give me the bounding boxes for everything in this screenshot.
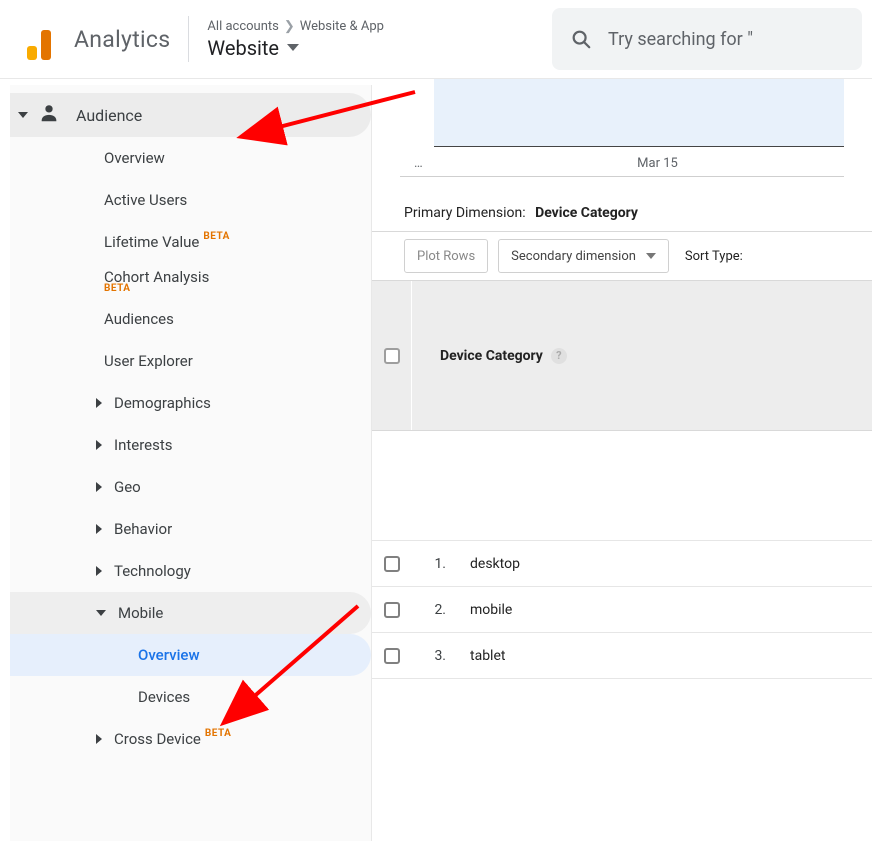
sidebar-item-demographics[interactable]: Demographics <box>10 382 371 424</box>
divider <box>188 16 189 62</box>
plot-rows-button[interactable]: Plot Rows <box>404 239 488 273</box>
table-header: Device Category ? <box>372 281 872 431</box>
chart-tick-mar15: Mar 15 <box>637 156 678 171</box>
sidebar-item-label: Cross Device <box>114 730 201 748</box>
row-value[interactable]: desktop <box>452 556 872 572</box>
chart-baseline <box>400 176 844 177</box>
sidebar-item-interests[interactable]: Interests <box>10 424 371 466</box>
sidebar-item-technology[interactable]: Technology <box>10 550 371 592</box>
caret-right-icon <box>96 482 102 492</box>
primary-dimension-line: Primary Dimension: Device Category <box>404 205 872 221</box>
property-name: Website <box>207 36 279 60</box>
sort-type-label: Sort Type: <box>685 249 743 264</box>
caret-down-icon <box>287 44 299 51</box>
table-row[interactable]: 2. mobile <box>372 587 872 633</box>
table-gap <box>372 431 872 541</box>
sidebar-item-cross-device[interactable]: Cross Device BETA <box>10 718 371 760</box>
primary-dimension-label: Primary Dimension: <box>404 205 526 221</box>
button-label: Plot Rows <box>417 249 475 264</box>
sidebar-item-geo[interactable]: Geo <box>10 466 371 508</box>
button-label: Secondary dimension <box>511 249 636 264</box>
caret-down-icon <box>646 253 656 259</box>
sidebar-item-label: Geo <box>114 478 141 496</box>
breadcrumb-level2: Website & App <box>300 19 384 34</box>
row-index: 1. <box>412 556 452 572</box>
sidebar-item-label: User Explorer <box>104 352 193 370</box>
row-value[interactable]: mobile <box>452 602 872 618</box>
beta-badge: BETA <box>203 231 230 242</box>
sidebar-item-user-explorer[interactable]: User Explorer <box>10 340 371 382</box>
search-placeholder: Try searching for " <box>608 29 753 50</box>
row-value[interactable]: tablet <box>452 648 872 664</box>
caret-down-icon <box>18 112 28 118</box>
sidebar-item-behavior[interactable]: Behavior <box>10 508 371 550</box>
sidebar-item-label: Active Users <box>104 191 187 209</box>
sidebar-item-mobile[interactable]: Mobile <box>10 592 371 634</box>
caret-right-icon <box>96 398 102 408</box>
table-header-col-device[interactable]: Device Category ? <box>412 281 872 430</box>
column-header-label: Device Category <box>440 348 543 364</box>
beta-badge: BETA <box>205 728 232 739</box>
breadcrumb: All accounts ❯ Website & App <box>207 19 384 34</box>
app-title: Analytics <box>74 26 170 53</box>
header-bar: Analytics All accounts ❯ Website & App W… <box>0 0 872 78</box>
caret-right-icon <box>96 566 102 576</box>
person-icon <box>38 102 60 128</box>
sidebar-item-label: Audiences <box>104 310 174 328</box>
chart-area[interactable] <box>434 79 844 147</box>
help-icon[interactable]: ? <box>551 348 567 364</box>
row-index: 3. <box>412 648 452 664</box>
sidebar-item-overview[interactable]: Overview <box>10 137 371 179</box>
sidebar-item-label: Mobile <box>118 604 163 622</box>
secondary-dimension-dropdown[interactable]: Secondary dimension <box>498 239 669 273</box>
primary-dimension-value[interactable]: Device Category <box>535 205 638 221</box>
sidebar: Audience Overview Active Users Lifetime … <box>10 85 372 841</box>
checkbox[interactable] <box>384 556 400 572</box>
checkbox[interactable] <box>384 348 400 364</box>
logo-block[interactable]: Analytics <box>18 18 170 60</box>
sidebar-item-label: Behavior <box>114 520 172 538</box>
chart-strip: … Mar 15 <box>400 79 844 177</box>
sidebar-top-audience[interactable]: Audience <box>10 93 371 137</box>
sidebar-item-label: Interests <box>114 436 173 454</box>
content-area: … Mar 15 Primary Dimension: Device Categ… <box>372 79 872 841</box>
chevron-right-icon: ❯ <box>284 19 295 34</box>
search-icon <box>570 28 592 50</box>
table-header-checkbox-cell[interactable] <box>372 281 412 430</box>
account-selector[interactable]: All accounts ❯ Website & App Website <box>207 19 384 60</box>
sidebar-item-label: Devices <box>138 688 190 706</box>
checkbox[interactable] <box>384 648 400 664</box>
sidebar-label-audience: Audience <box>76 106 142 125</box>
caret-right-icon <box>96 440 102 450</box>
breadcrumb-level1: All accounts <box>207 19 278 34</box>
sidebar-item-label: Overview <box>104 149 165 167</box>
chart-tick-start: … <box>414 156 423 171</box>
analytics-logo-icon <box>18 18 60 60</box>
sidebar-item-active-users[interactable]: Active Users <box>10 179 371 221</box>
sidebar-item-label: Technology <box>114 562 191 580</box>
table-row[interactable]: 1. desktop <box>372 541 872 587</box>
caret-down-icon <box>96 610 106 616</box>
sidebar-item-label: Demographics <box>114 394 211 412</box>
sidebar-item-label: Overview <box>138 646 200 664</box>
caret-right-icon <box>96 524 102 534</box>
table-toolbar: Plot Rows Secondary dimension Sort Type: <box>372 231 872 281</box>
sidebar-item-audiences[interactable]: Audiences <box>10 298 371 340</box>
property-selector[interactable]: Website <box>207 36 384 60</box>
sidebar-item-label: Lifetime Value <box>104 233 199 251</box>
sidebar-subitem-mobile-devices[interactable]: Devices <box>10 676 371 718</box>
table-row[interactable]: 3. tablet <box>372 633 872 679</box>
search-box[interactable]: Try searching for " <box>552 8 862 70</box>
row-index: 2. <box>412 602 452 618</box>
checkbox[interactable] <box>384 602 400 618</box>
sidebar-item-lifetime-value[interactable]: Lifetime Value BETA <box>10 221 371 263</box>
sidebar-subitem-mobile-overview[interactable]: Overview <box>10 634 371 676</box>
caret-right-icon <box>96 734 102 744</box>
